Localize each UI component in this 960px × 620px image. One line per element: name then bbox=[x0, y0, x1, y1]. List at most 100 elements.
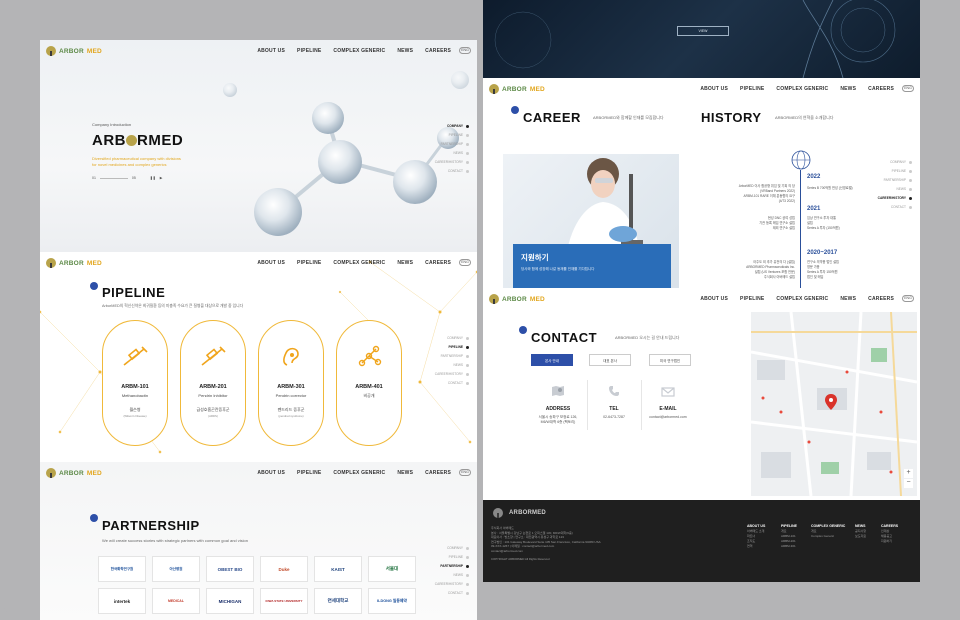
lang-toggle[interactable]: ENG bbox=[459, 47, 471, 54]
play-icon[interactable]: ▶ bbox=[160, 176, 163, 180]
sidenav-contact[interactable]: CONTACT bbox=[891, 205, 912, 209]
lang-toggle[interactable]: ENG bbox=[902, 85, 914, 92]
pipeline-panel: ARBOR MED ABOUT US PIPELINE COMPLEX GENER… bbox=[40, 252, 477, 462]
hero-desc-2: for novel medicines and complex generics bbox=[92, 162, 167, 167]
logo[interactable]: ARBOR MED bbox=[46, 46, 102, 56]
sidenav-pipeline[interactable]: PIPELINE bbox=[449, 555, 469, 559]
sidenav-contact[interactable]: CONTACT bbox=[448, 169, 469, 173]
nav-complex-generic[interactable]: COMPLEX GENERIC bbox=[333, 48, 385, 54]
sidenav-contact[interactable]: CONTACT bbox=[448, 381, 469, 385]
phone-icon bbox=[609, 386, 619, 396]
history-2020-left: 아주도 외 추가 유전의 다 (설립) ARBORMED Pharmaceutic… bbox=[746, 260, 795, 279]
lang-toggle[interactable]: ENG bbox=[459, 259, 471, 266]
map-zoom-out[interactable]: − bbox=[904, 479, 913, 488]
sidenav-contact[interactable]: CONTACT bbox=[448, 591, 469, 595]
pause-icon[interactable]: ❚❚ bbox=[150, 176, 156, 180]
footer-col-pipeline: PIPELINE 개요 ARBM-101 ARBM-201 ARBM-301 bbox=[781, 524, 797, 548]
sidenav-partnership[interactable]: PARTNERSHIP bbox=[441, 142, 469, 146]
pipeline-card-arbm-301[interactable]: ARBM-301 Pendrin corrector 펜드리드 증후군 (pen… bbox=[258, 320, 324, 446]
nav-pipeline[interactable]: PIPELINE bbox=[297, 48, 321, 54]
sidenav-career[interactable]: CAREER/HISTORY bbox=[878, 196, 912, 200]
pipeline-card-arbm-101[interactable]: ARBM-101 Methanobactin 월슨병 (Wilson's Dis… bbox=[102, 320, 168, 446]
nav-pipeline[interactable]: PIPELINE bbox=[740, 86, 764, 92]
nav-complex-generic[interactable]: COMPLEX GENERIC bbox=[333, 260, 385, 266]
sidenav-company[interactable]: COMPANY bbox=[447, 124, 469, 128]
sidenav-career[interactable]: CAREER/HISTORY bbox=[435, 582, 469, 586]
pipeline-card-arbm-201[interactable]: ARBM-201 Pendrin Inhibitor 급성호흡곤란증후군 (AR… bbox=[180, 320, 246, 446]
lang-toggle[interactable]: ENG bbox=[902, 295, 914, 302]
nav-news[interactable]: NEWS bbox=[840, 296, 856, 302]
sidenav-career[interactable]: CAREER/HISTORY bbox=[435, 372, 469, 376]
nav-careers[interactable]: CAREERS bbox=[868, 296, 894, 302]
nav-about[interactable]: ABOUT US bbox=[257, 48, 285, 54]
logo[interactable]: ARBOR MED bbox=[46, 258, 102, 268]
location-map[interactable]: + − bbox=[751, 312, 917, 496]
footer-company-info: 주식회사 아버메드 본사 : 서울특별시 강남구 논현로 1 오피스텔 130,… bbox=[491, 526, 601, 561]
sidenav-news[interactable]: NEWS bbox=[453, 573, 469, 577]
partnership-title: PARTNERSHIP bbox=[102, 518, 200, 533]
tab-headquarters[interactable]: 본사 안내 bbox=[531, 354, 573, 366]
nav-pipeline[interactable]: PIPELINE bbox=[740, 296, 764, 302]
logo[interactable]: ARBOR MED bbox=[46, 468, 102, 478]
map-zoom-in[interactable]: + bbox=[904, 469, 913, 478]
apply-card-title: 지원하기 bbox=[521, 253, 549, 262]
syringe-icon bbox=[123, 346, 148, 366]
sidenav-company[interactable]: COMPANY bbox=[447, 336, 469, 340]
showcase-frame: ARBOR MED ABOUT US PIPELINE COMPLEX GENER… bbox=[0, 0, 960, 620]
sidenav-pipeline[interactable]: PIPELINE bbox=[449, 133, 469, 137]
timeline-line bbox=[800, 170, 801, 290]
pipeline-sidenav: COMPANY PIPELINE PARTNERSHIP NEWS CAREER… bbox=[435, 336, 469, 385]
map-streets bbox=[751, 312, 917, 496]
nav-careers[interactable]: CAREERS bbox=[868, 86, 894, 92]
footer-logo[interactable]: ARBORMED bbox=[493, 508, 546, 518]
sidenav-career[interactable]: CAREER/HISTORY bbox=[435, 160, 469, 164]
nav-pipeline[interactable]: PIPELINE bbox=[297, 470, 321, 476]
nav-news[interactable]: NEWS bbox=[397, 48, 413, 54]
nav-pipeline[interactable]: PIPELINE bbox=[297, 260, 321, 266]
nav-complex-generic[interactable]: COMPLEX GENERIC bbox=[333, 470, 385, 476]
partner-logo: MICHIGAN bbox=[206, 588, 254, 614]
sidenav-partnership[interactable]: PARTNERSHIP bbox=[440, 564, 469, 568]
sidenav-partnership[interactable]: PARTNERSHIP bbox=[441, 354, 469, 358]
nav-news[interactable]: NEWS bbox=[397, 470, 413, 476]
history-2021-right: 임상 연구소 투자 대통 설립 Series A 투자 (150억원) bbox=[807, 216, 840, 230]
pagination-track bbox=[99, 177, 128, 179]
nav-about[interactable]: ABOUT US bbox=[257, 470, 285, 476]
nav-news[interactable]: NEWS bbox=[840, 86, 856, 92]
career-history-panel: ARBOR MED ABOUT US PIPELINE COMPLEX GENER… bbox=[483, 78, 920, 290]
partner-logo: Duke bbox=[260, 556, 308, 582]
logo[interactable]: ARBOR MED bbox=[489, 294, 545, 304]
nav-complex-generic[interactable]: COMPLEX GENERIC bbox=[776, 296, 828, 302]
banner-view-button[interactable]: VIEW bbox=[677, 26, 729, 36]
sidenav-news[interactable]: NEWS bbox=[453, 151, 469, 155]
pipeline-subtitle: ArborMED의 혁신신약은 희귀질환 등의 미충족 수요가 큰 질병을 대상… bbox=[102, 304, 244, 308]
syringe-icon bbox=[201, 346, 226, 366]
partner-logo: 한국화학연구원 bbox=[98, 556, 146, 582]
logo[interactable]: ARBOR MED bbox=[489, 84, 545, 94]
tab-main-office[interactable]: 대표 본사 bbox=[589, 354, 631, 366]
hero-eyebrow: Company Introduction bbox=[92, 122, 132, 127]
sidenav-partnership[interactable]: PARTNERSHIP bbox=[884, 178, 912, 182]
partner-logo: MEDICAL bbox=[152, 588, 200, 614]
nav-about[interactable]: ABOUT US bbox=[700, 296, 728, 302]
sidenav-pipeline[interactable]: PIPELINE bbox=[892, 169, 912, 173]
nav-careers[interactable]: CAREERS bbox=[425, 48, 451, 54]
nav-careers[interactable]: CAREERS bbox=[425, 470, 451, 476]
partner-logo: 아산병원 bbox=[152, 556, 200, 582]
nav-news[interactable]: NEWS bbox=[397, 260, 413, 266]
sidenav-company[interactable]: COMPANY bbox=[447, 546, 469, 550]
nav-careers[interactable]: CAREERS bbox=[425, 260, 451, 266]
nav-complex-generic[interactable]: COMPLEX GENERIC bbox=[776, 86, 828, 92]
nav-about[interactable]: ABOUT US bbox=[257, 260, 285, 266]
lang-toggle[interactable]: ENG bbox=[459, 469, 471, 476]
history-globe-icon bbox=[791, 150, 811, 170]
nav-about[interactable]: ABOUT US bbox=[700, 86, 728, 92]
career-apply-card[interactable]: 지원하기 당사와 함께 성장해 나갈 동재를 인재를 기다립니다 bbox=[513, 244, 671, 288]
sidenav-news[interactable]: NEWS bbox=[896, 187, 912, 191]
tab-us-lab[interactable]: 미국 연구법인 bbox=[649, 354, 691, 366]
hero-pagination[interactable]: 01 05 ❚❚ ▶ bbox=[92, 176, 162, 180]
sidenav-pipeline[interactable]: PIPELINE bbox=[448, 345, 469, 349]
pipeline-card-arbm-401[interactable]: ARBM-401 비공개 bbox=[336, 320, 402, 446]
sidenav-company[interactable]: COMPANY bbox=[890, 160, 912, 164]
sidenav-news[interactable]: NEWS bbox=[453, 363, 469, 367]
